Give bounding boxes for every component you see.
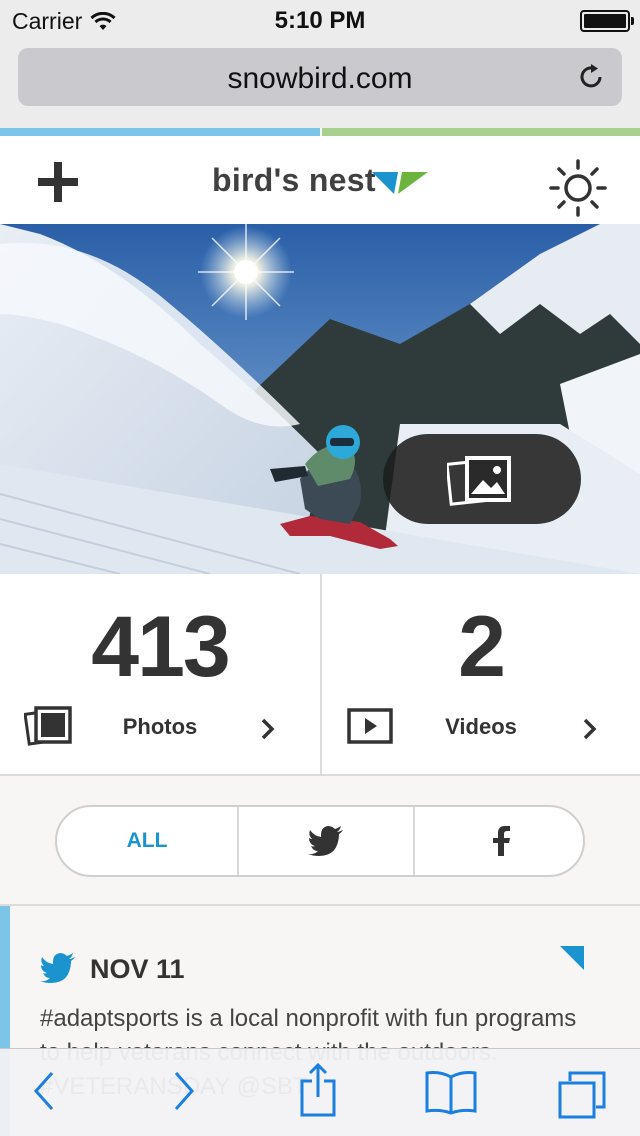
brand-logo-text: bird's nest [212,162,376,198]
status-bar: Carrier 5:10 PM [0,0,640,40]
battery-icon [580,10,634,32]
bookmarks-icon[interactable] [424,1069,478,1115]
feed-item-date: NOV 11 [90,954,185,984]
hero-photo[interactable] [0,224,640,574]
share-icon[interactable] [298,1063,338,1117]
twitter-icon [308,826,343,856]
address-bar[interactable]: snowbird.com [18,48,622,106]
tabs-icon[interactable] [556,1069,608,1121]
page-progress [0,128,640,136]
facebook-icon [493,826,510,856]
photos-stat[interactable]: 413 Photos [0,574,320,774]
browser-address-area: snowbird.com [0,40,640,128]
chevron-right-icon [583,718,597,740]
reload-icon[interactable] [576,62,606,92]
gallery-icon [447,456,511,506]
clock: 5:10 PM [274,7,366,34]
gallery-button[interactable] [383,434,581,524]
media-stats: 413 Photos 2 Videos [0,574,640,776]
filter-all-tab[interactable]: ALL [57,807,237,875]
source-filter: ALL [55,805,585,877]
chevron-right-icon [261,718,275,740]
bird-logo-icon [372,172,428,194]
filter-facebook-tab[interactable] [413,807,583,875]
photos-count: 413 [91,599,231,695]
videos-stat[interactable]: 2 Videos [320,574,640,774]
filter-twitter-tab[interactable] [237,807,413,875]
forward-icon[interactable] [172,1069,196,1113]
videos-count: 2 [458,599,506,695]
app-header: bird's nest [0,136,640,224]
add-icon[interactable] [38,162,78,202]
weather-sun-icon[interactable] [548,158,608,218]
back-icon[interactable] [32,1069,56,1113]
url-text[interactable]: snowbird.com [18,62,622,96]
twitter-icon [40,953,75,983]
corner-marker-icon [560,946,584,970]
browser-toolbar [0,1048,640,1136]
